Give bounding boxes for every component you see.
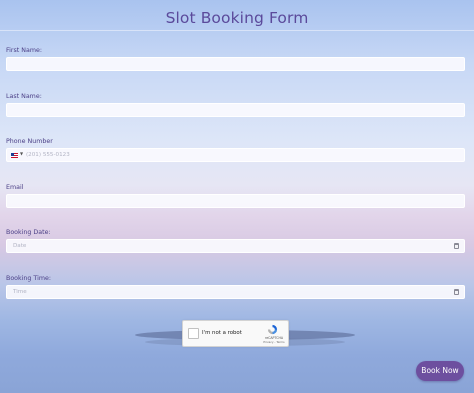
booking-time-label: Booking Time: bbox=[6, 275, 51, 282]
recaptcha-logo-icon bbox=[267, 324, 278, 335]
last-name-label: Last Name: bbox=[6, 93, 42, 100]
calendar-icon[interactable] bbox=[454, 289, 459, 295]
booking-date-placeholder: Date bbox=[13, 243, 27, 249]
phone-label: Phone Number bbox=[6, 138, 53, 145]
recaptcha-label: I'm not a robot bbox=[202, 330, 242, 336]
email-label: Email bbox=[6, 184, 24, 191]
calendar-icon[interactable] bbox=[454, 243, 459, 249]
booking-time-placeholder: Time bbox=[13, 289, 27, 295]
phone-placeholder: (201) 555-0123 bbox=[26, 152, 70, 158]
phone-field[interactable]: ▼ (201) 555-0123 bbox=[6, 148, 465, 162]
title-divider bbox=[0, 30, 474, 31]
chevron-down-icon[interactable]: ▼ bbox=[20, 151, 23, 156]
recaptcha-links[interactable]: Privacy - Terms bbox=[261, 340, 287, 344]
page-title: Slot Booking Form bbox=[165, 9, 309, 27]
book-now-button[interactable]: Book Now bbox=[416, 361, 464, 381]
first-name-label: First Name: bbox=[6, 47, 42, 54]
recaptcha-widget: I'm not a robot reCAPTCHA Privacy - Term… bbox=[182, 320, 289, 347]
booking-time-field[interactable]: Time bbox=[6, 285, 465, 299]
email-field[interactable] bbox=[6, 194, 465, 208]
booking-date-label: Booking Date: bbox=[6, 229, 51, 236]
recaptcha-checkbox[interactable] bbox=[188, 328, 199, 339]
booking-date-field[interactable]: Date bbox=[6, 239, 465, 253]
last-name-field[interactable] bbox=[6, 103, 465, 117]
first-name-field[interactable] bbox=[6, 57, 465, 71]
us-flag-icon[interactable] bbox=[11, 153, 18, 158]
